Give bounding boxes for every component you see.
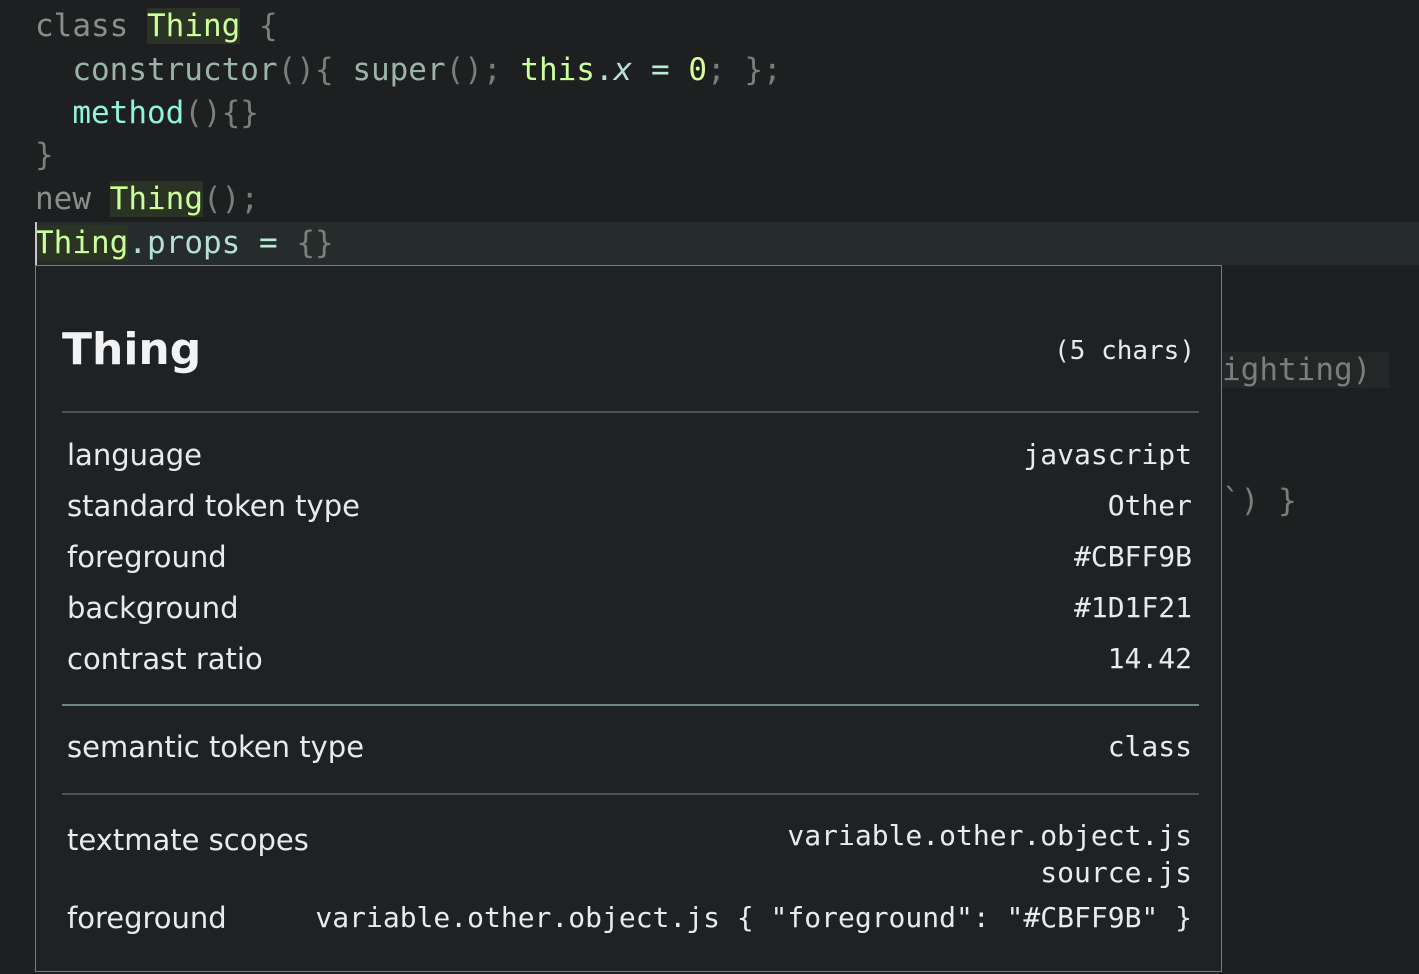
- row-value: #CBFF9B: [1073, 540, 1192, 573]
- row-key: background: [67, 591, 239, 625]
- class-name-token: Thing: [109, 181, 203, 217]
- dot-token: .: [594, 52, 614, 88]
- info-row-textmate-scopes: textmate scopes variable.other.object.js…: [67, 819, 1192, 899]
- method-parens: (){}: [184, 95, 259, 131]
- info-row-contrast-ratio: contrast ratio 14.42: [67, 642, 1192, 682]
- code-line-6-current: Thing.props = {}: [35, 222, 1419, 265]
- text-cursor: [35, 222, 37, 265]
- background-code-fragment: `) }: [1222, 483, 1297, 519]
- equals-operator: =: [258, 225, 278, 261]
- code-line-5: new Thing();: [35, 178, 259, 221]
- divider: [62, 793, 1199, 795]
- row-key: textmate scopes: [67, 823, 309, 857]
- number-zero: 0: [688, 52, 707, 88]
- info-row-standard-token-type: standard token type Other: [67, 489, 1192, 529]
- keyword-new: new: [35, 181, 91, 217]
- info-row-semantic-token-type: semantic token type class: [67, 730, 1192, 770]
- object-literal: {}: [296, 225, 334, 261]
- row-value: class: [1107, 730, 1192, 763]
- token-title: Thing: [62, 324, 202, 375]
- code-line-3: method(){}: [35, 92, 259, 135]
- background-code-fragment: ighting): [1222, 352, 1390, 388]
- row-key: semantic token type: [67, 730, 365, 764]
- row-key: foreground: [67, 901, 227, 935]
- call-parens: ();: [203, 181, 259, 217]
- this-token: this: [520, 52, 595, 88]
- row-key: language: [67, 438, 203, 472]
- row-value: 14.42: [1107, 642, 1192, 675]
- constructor-token: constructor: [72, 52, 278, 88]
- row-value: #1D1F21: [1073, 591, 1192, 624]
- row-key: contrast ratio: [67, 642, 263, 676]
- code-line-2: constructor(){ super(); this.x = 0; };: [35, 49, 782, 92]
- row-key: standard token type: [67, 489, 360, 523]
- divider: [62, 411, 1199, 413]
- row-value: variable.other.object.js { "foreground":…: [315, 901, 1192, 934]
- props-token: .props: [128, 225, 241, 261]
- class-name-token: Thing: [147, 8, 241, 44]
- token-char-count: (5 chars): [1054, 336, 1195, 366]
- divider: [62, 704, 1199, 706]
- info-row-language: language javascript: [67, 438, 1192, 478]
- info-row-foreground-rule: foreground variable.other.object.js { "f…: [67, 901, 1192, 941]
- info-row-background: background #1D1F21: [67, 591, 1192, 631]
- code-line-4: }: [35, 134, 54, 177]
- row-value: javascript: [1023, 438, 1192, 471]
- x-property-token: x: [613, 52, 633, 88]
- brace-close: }: [35, 137, 54, 173]
- row-key: foreground: [67, 540, 227, 574]
- paren-brace: (){: [277, 52, 334, 88]
- super-token: super: [352, 52, 446, 88]
- class-name-token-selected[interactable]: Thing: [35, 225, 129, 261]
- code-line-1: class Thing {: [35, 5, 278, 48]
- method-token: method: [72, 95, 185, 131]
- row-value: Other: [1107, 489, 1192, 522]
- brace-open: {: [259, 8, 278, 44]
- scope-value-2: source.js: [1040, 856, 1192, 889]
- inspect-tokens-hover: Thing (5 chars) language javascript stan…: [35, 265, 1222, 972]
- equals-operator: =: [650, 52, 670, 88]
- code-editor[interactable]: class Thing { constructor(){ super(); th…: [0, 0, 1419, 974]
- info-row-foreground: foreground #CBFF9B: [67, 540, 1192, 580]
- paren-semicolon: ();: [445, 52, 502, 88]
- scope-value-1: variable.other.object.js: [787, 819, 1192, 852]
- keyword-class: class: [35, 8, 129, 44]
- line-end: ; };: [707, 52, 782, 88]
